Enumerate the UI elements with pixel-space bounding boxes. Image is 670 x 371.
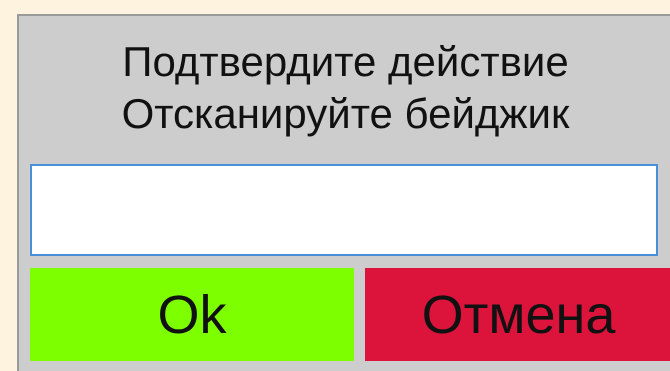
dialog-message: Подтвердите действие Отсканируйте бейджи… [19,36,670,140]
badge-input[interactable] [30,164,658,256]
scan-badge-text: Отсканируйте бейджик [121,90,570,137]
ok-button[interactable]: Ok [30,268,354,361]
confirm-dialog: Подтвердите действие Отсканируйте бейджи… [17,14,670,371]
confirm-action-text: Подтвердите действие [122,38,569,85]
cancel-button[interactable]: Отмена [365,268,670,361]
page: Подтвердите действие Отсканируйте бейджи… [0,0,670,371]
